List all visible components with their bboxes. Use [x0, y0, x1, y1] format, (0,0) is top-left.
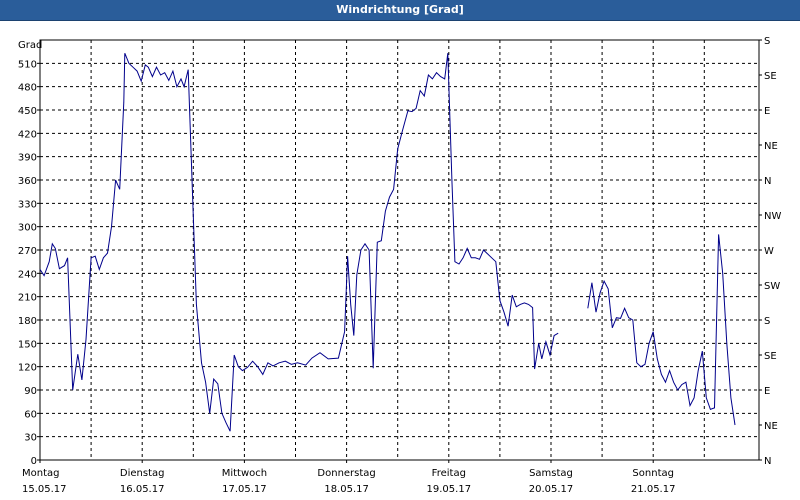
right-tick-label: W: [764, 246, 774, 257]
right-tick-label: N: [764, 456, 771, 467]
chart-area: 0 30 60 90 120 150 180 210 240 270 300 330 360 390 420…: [18, 36, 782, 495]
x-tick-date: 19.05.17: [427, 484, 472, 495]
chart-title: Windrichtung [Grad]: [336, 3, 464, 16]
y-axis-title: Grad: [18, 40, 42, 51]
y-tick-label: 360: [18, 176, 37, 187]
x-tick-date: 18.05.17: [324, 484, 369, 495]
right-tick-label: SE: [764, 351, 777, 362]
y-tick-label: 180: [18, 316, 37, 327]
right-tick-label: N: [764, 176, 771, 187]
x-axis-labels: Montag 15.05.17 Dienstag 16.05.17 Mittwoch 17…: [22, 460, 675, 495]
y-tick-label: 510: [18, 59, 37, 70]
right-tick-label: S: [764, 316, 770, 327]
y-tick-label: 270: [18, 246, 37, 257]
x-tick-weekday: Sonntag: [632, 468, 674, 479]
y-tick-label: 90: [24, 386, 37, 397]
x-tick-weekday: Samstag: [529, 468, 573, 479]
y-tick-label: 420: [18, 129, 37, 140]
right-tick-label: E: [764, 106, 770, 117]
plot-frame: [39, 39, 760, 461]
x-tick-weekday: Dienstag: [120, 468, 165, 479]
x-tick-date: 17.05.17: [222, 484, 267, 495]
x-tick-weekday: Donnerstag: [317, 468, 375, 479]
x-tick-date: 15.05.17: [22, 484, 67, 495]
x-tick-weekday: Mittwoch: [222, 468, 267, 479]
y-tick-label: 30: [24, 433, 37, 444]
right-tick-label: NW: [764, 211, 781, 222]
x-tick-date: 20.05.17: [529, 484, 574, 495]
right-tick-label: SE: [764, 71, 777, 82]
y-tick-label: 60: [24, 409, 37, 420]
y-tick-label: 120: [18, 363, 37, 374]
x-tick-date: 21.05.17: [631, 484, 676, 495]
x-tick-weekday: Montag: [22, 468, 59, 479]
right-tick-label: NE: [764, 421, 778, 432]
x-tick-weekday: Freitag: [432, 468, 466, 479]
right-tick-label: NE: [764, 141, 778, 152]
y-tick-label: 210: [18, 293, 37, 304]
series-segment: [587, 234, 736, 426]
y-tick-label: 150: [18, 339, 37, 350]
y-tick-label: 240: [18, 269, 37, 280]
y-tick-label: 330: [18, 199, 37, 210]
y-axis-labels: 0 30 60 90 120 150 180 210 240 270 300 330 360 390 420…: [18, 59, 40, 467]
title-bar: Windrichtung [Grad]: [0, 0, 800, 21]
y-tick-label: 0: [31, 456, 37, 467]
gridlines: [40, 40, 759, 460]
y-tick-label: 450: [18, 106, 37, 117]
y-tick-label: 390: [18, 153, 37, 164]
right-tick-label: S: [764, 36, 770, 47]
y-tick-label: 480: [18, 83, 37, 94]
right-tick-label: E: [764, 386, 770, 397]
right-tick-label: SW: [764, 281, 780, 292]
x-tick-date: 16.05.17: [120, 484, 165, 495]
right-axis-labels: N NE E SE S SW W NW N NE E SE S: [759, 36, 781, 467]
y-tick-label: 300: [18, 223, 37, 234]
